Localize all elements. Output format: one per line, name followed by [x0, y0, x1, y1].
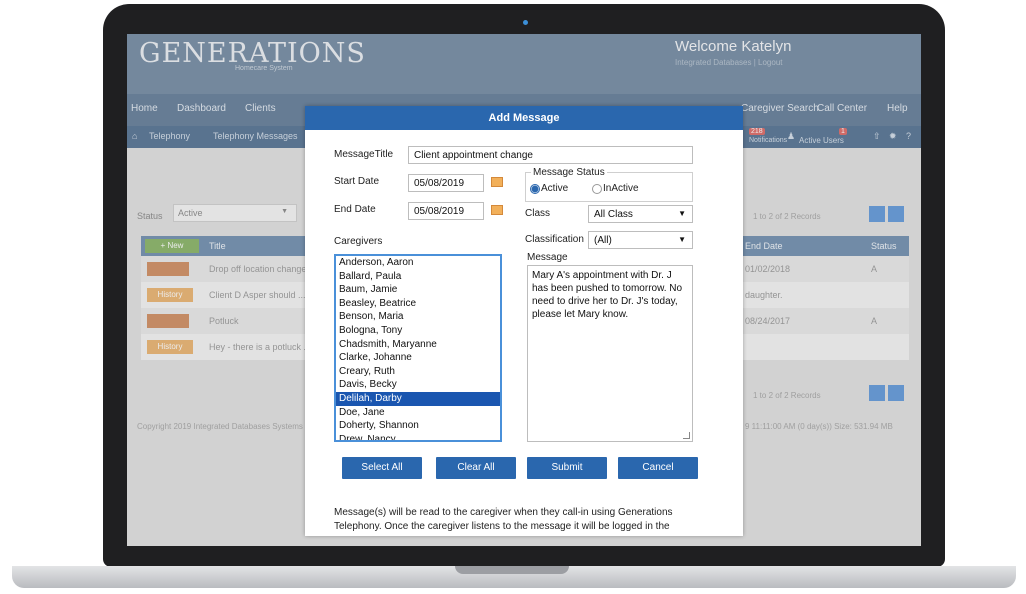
message-title-label: MessageTitle: [334, 149, 394, 160]
list-item-selected[interactable]: Delilah, Darby: [336, 391, 500, 406]
list-item[interactable]: Drew, Nancy: [336, 433, 500, 440]
select-all-button[interactable]: Select All: [342, 457, 422, 479]
resize-handle-icon[interactable]: [683, 432, 690, 439]
calendar-icon[interactable]: [491, 205, 503, 215]
classification-select[interactable]: (All) ▼: [588, 231, 693, 249]
inactive-radio[interactable]: [592, 184, 602, 194]
class-select-value: All Class: [594, 209, 633, 220]
list-item[interactable]: Clarke, Johanne: [336, 351, 500, 365]
caregivers-label: Caregivers: [334, 236, 383, 247]
start-date-input[interactable]: 05/08/2019: [408, 174, 484, 192]
cancel-button[interactable]: Cancel: [618, 457, 698, 479]
list-item[interactable]: Ballard, Paula: [336, 270, 500, 284]
list-item[interactable]: Beasley, Beatrice: [336, 297, 500, 311]
dialog-note: Message(s) will be read to the caregiver…: [334, 507, 673, 532]
list-item[interactable]: Benson, Maria: [336, 310, 500, 324]
start-date-label: Start Date: [334, 176, 380, 187]
class-label: Class: [525, 208, 551, 219]
class-select[interactable]: All Class ▼: [588, 205, 693, 223]
caregivers-listbox[interactable]: Anderson, Aaron Ballard, Paula Baum, Jam…: [334, 254, 502, 442]
message-title-input[interactable]: Client appointment change: [408, 146, 693, 164]
list-item[interactable]: Creary, Ruth: [336, 365, 500, 379]
inactive-radio-label[interactable]: InActive: [603, 183, 639, 194]
laptop-notch: [455, 566, 569, 574]
chevron-down-icon: ▼: [678, 235, 686, 244]
active-radio-label[interactable]: Active: [541, 183, 568, 194]
list-item[interactable]: Davis, Becky: [336, 378, 500, 392]
end-date-label: End Date: [334, 204, 376, 215]
laptop-mockup: GENERATIONS Homecare System Welcome Kate…: [0, 0, 1026, 594]
end-date-input[interactable]: 05/08/2019: [408, 202, 484, 220]
message-label: Message: [527, 252, 568, 263]
submit-button[interactable]: Submit: [527, 457, 607, 479]
message-text: Mary A's appointment with Dr. J has been…: [532, 270, 683, 320]
list-item[interactable]: Doe, Jane: [336, 406, 500, 420]
list-item[interactable]: Baum, Jamie: [336, 283, 500, 297]
calendar-icon[interactable]: [491, 177, 503, 187]
message-status-label: Message Status: [531, 167, 607, 178]
chevron-down-icon: ▼: [678, 209, 686, 218]
list-item[interactable]: Doherty, Shannon: [336, 419, 500, 433]
clear-all-button[interactable]: Clear All: [436, 457, 516, 479]
list-item[interactable]: Chadsmith, Maryanne: [336, 338, 500, 352]
dialog-title: Add Message: [305, 106, 743, 130]
list-item[interactable]: Bologna, Tony: [336, 324, 500, 338]
webcam-dot: [523, 20, 528, 25]
classification-select-value: (All): [594, 235, 612, 246]
list-item[interactable]: Anderson, Aaron: [336, 256, 500, 270]
add-message-dialog: Add Message MessageTitle Client appointm…: [305, 106, 743, 536]
message-textarea[interactable]: Mary A's appointment with Dr. J has been…: [527, 265, 693, 442]
active-radio[interactable]: [530, 184, 540, 194]
classification-label: Classification: [525, 234, 584, 245]
